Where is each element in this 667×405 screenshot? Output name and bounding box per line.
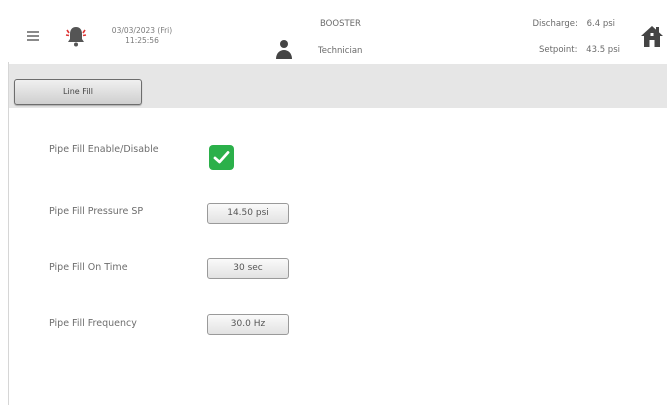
home-icon[interactable]: [640, 24, 664, 48]
pipe-fill-pressure-field[interactable]: 14.50 psi: [207, 203, 289, 224]
pipe-fill-on-time-field[interactable]: 30 sec: [207, 258, 289, 279]
setpoint-label: Setpoint:: [538, 45, 578, 55]
pipe-fill-pressure-label: Pipe Fill Pressure SP: [49, 206, 144, 217]
pipe-fill-on-time-label: Pipe Fill On Time: [49, 262, 128, 273]
tab-bar: Line Fill: [9, 64, 667, 108]
discharge-value: 6.4 psi: [586, 19, 615, 29]
date-time-display: 03/03/2023 (Fri) 11:25:56: [92, 26, 192, 46]
date-text: 03/03/2023 (Fri): [111, 26, 173, 35]
pipe-fill-frequency-field[interactable]: 30.0 Hz: [207, 314, 289, 335]
pipe-fill-enable-checkbox[interactable]: [209, 145, 234, 170]
discharge-label: Discharge:: [532, 19, 578, 29]
pipe-fill-frequency-label: Pipe Fill Frequency: [49, 318, 137, 329]
pipe-fill-enable-label: Pipe Fill Enable/Disable: [49, 144, 159, 155]
system-mode: BOOSTER: [320, 19, 361, 29]
user-icon[interactable]: [273, 38, 295, 60]
user-role: Technician: [318, 46, 363, 56]
menu-icon[interactable]: [27, 31, 39, 41]
alarm-bell-icon[interactable]: [64, 24, 88, 48]
checkmark-icon: [213, 151, 230, 164]
header-bar: 03/03/2023 (Fri) 11:25:56 BOOSTER Techni…: [0, 0, 667, 62]
discharge-status: Discharge: 6.4 psi: [532, 19, 615, 29]
setpoint-value: 43.5 psi: [586, 45, 620, 55]
setpoint-status: Setpoint: 43.5 psi: [539, 45, 620, 55]
time-text: 11:25:56: [125, 36, 159, 45]
tab-line-fill[interactable]: Line Fill: [14, 79, 142, 105]
